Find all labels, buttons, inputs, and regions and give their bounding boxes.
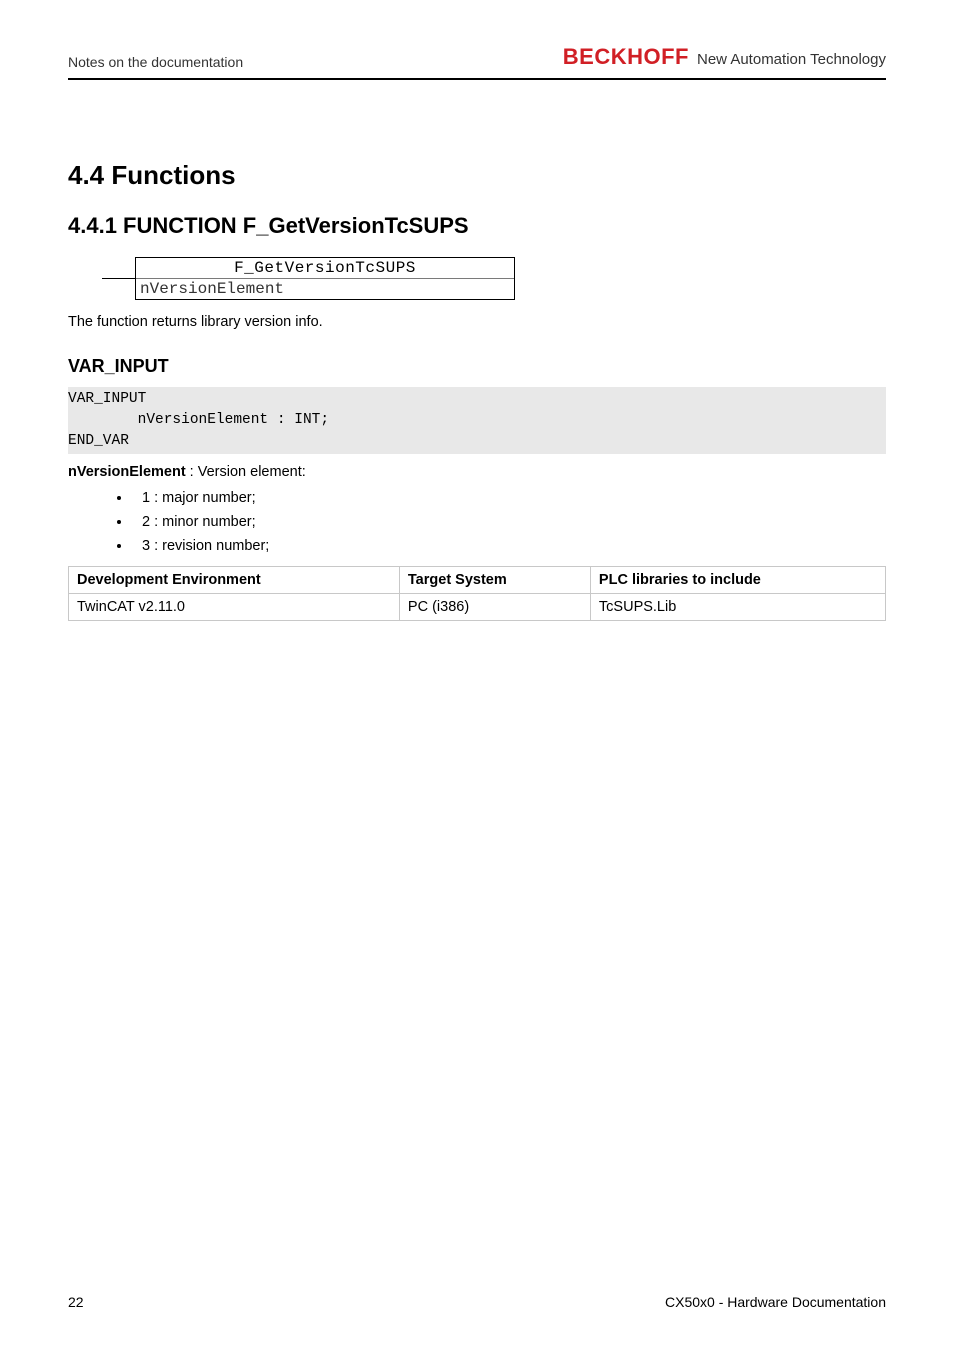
footer-page-number: 22 — [68, 1294, 84, 1310]
function-port-row: nVersionElement — [136, 279, 514, 299]
function-description: The function returns library version inf… — [68, 314, 886, 330]
running-header-left: Notes on the documentation — [68, 54, 243, 70]
heading-functions: 4.4 Functions — [68, 160, 886, 191]
page-footer: 22 CX50x0 - Hardware Documentation — [68, 1294, 886, 1310]
table-cell-target: PC (i386) — [399, 594, 590, 621]
list-item: 2 : minor number; — [132, 514, 886, 530]
function-port-label: nVersionElement — [136, 279, 288, 299]
table-header-target: Target System — [399, 567, 590, 594]
table-cell-dev-env: TwinCAT v2.11.0 — [69, 594, 400, 621]
nversion-line: nVersionElement : Version element: — [68, 464, 886, 480]
content: 4.4 Functions 4.4.1 FUNCTION F_GetVersio… — [68, 160, 886, 621]
table-header-dev-env: Development Environment — [69, 567, 400, 594]
brand: BECKHOFF New Automation Technology — [563, 44, 886, 70]
table-cell-libs: TcSUPS.Lib — [590, 594, 885, 621]
function-title: F_GetVersionTcSUPS — [136, 258, 514, 278]
table-header-row: Development Environment Target System PL… — [69, 567, 886, 594]
compatibility-table: Development Environment Target System PL… — [68, 566, 886, 621]
brand-name: BECKHOFF — [563, 44, 689, 70]
footer-doc-title: CX50x0 - Hardware Documentation — [665, 1294, 886, 1310]
heading-fn-getversion: 4.4.1 FUNCTION F_GetVersionTcSUPS — [68, 213, 886, 239]
list-item: 1 : major number; — [132, 490, 886, 506]
function-block-diagram: F_GetVersionTcSUPS nVersionElement — [102, 257, 886, 300]
table-header-libs: PLC libraries to include — [590, 567, 885, 594]
version-element-list: 1 : major number; 2 : minor number; 3 : … — [68, 490, 886, 554]
header-divider — [68, 78, 886, 80]
running-header: Notes on the documentation BECKHOFF New … — [68, 44, 886, 76]
heading-var-input: VAR_INPUT — [68, 356, 886, 377]
port-connector-line — [102, 278, 136, 279]
code-block-var-input: VAR_INPUT nVersionElement : INT; END_VAR — [68, 387, 886, 454]
nversion-label: nVersionElement — [68, 464, 186, 480]
brand-tagline: New Automation Technology — [697, 51, 886, 68]
table-row: TwinCAT v2.11.0 PC (i386) TcSUPS.Lib — [69, 594, 886, 621]
page-container: Notes on the documentation BECKHOFF New … — [0, 0, 954, 1350]
nversion-desc: : Version element: — [186, 464, 306, 480]
list-item: 3 : revision number; — [132, 538, 886, 554]
function-box: F_GetVersionTcSUPS nVersionElement — [135, 257, 515, 300]
